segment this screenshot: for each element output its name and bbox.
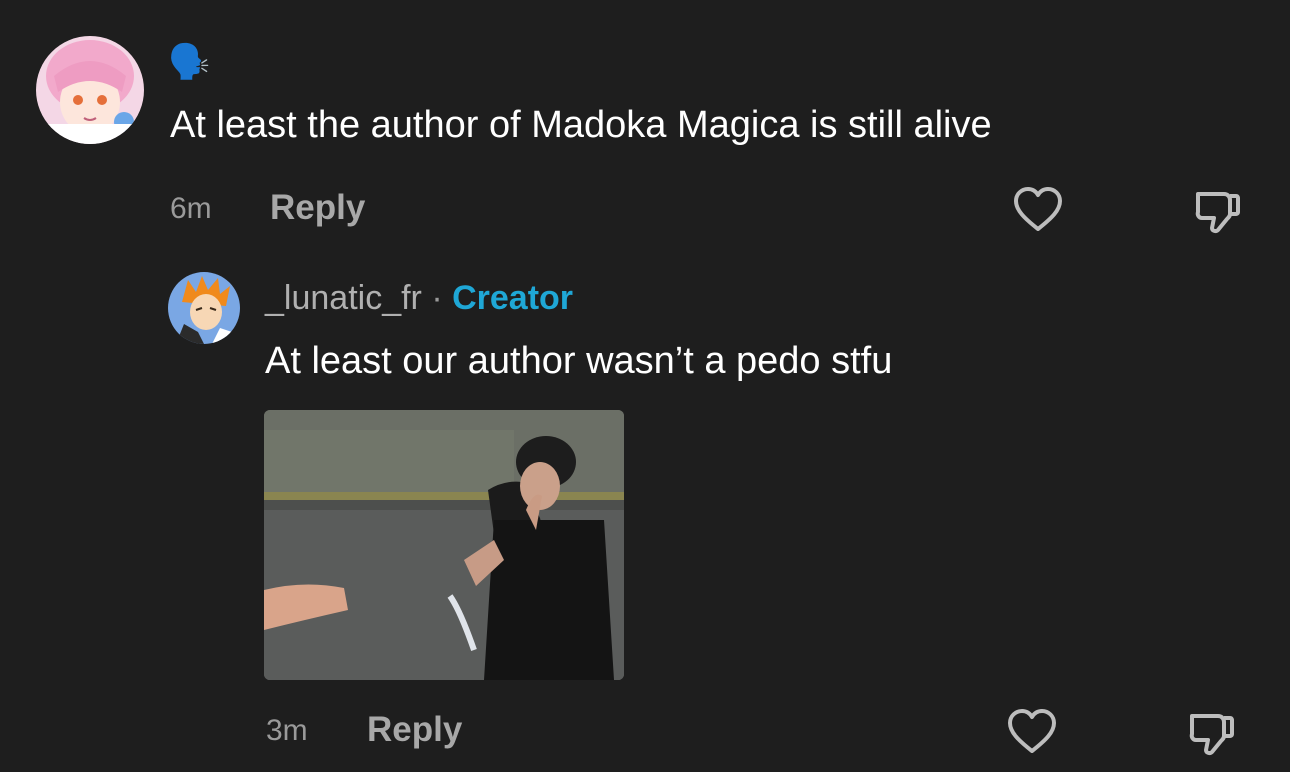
creator-badge: Creator (452, 279, 574, 317)
reply-button[interactable]: Reply (270, 188, 365, 228)
separator-dot: · (431, 279, 443, 317)
heart-icon (1014, 187, 1062, 231)
dislike-button-2[interactable] (1186, 710, 1238, 758)
speaking-head-emoji: 🗣️ (168, 43, 211, 81)
gif-attachment[interactable] (264, 410, 624, 680)
like-button[interactable] (1012, 186, 1064, 234)
reply-timestamp: 3m (266, 714, 308, 747)
dislike-button[interactable] (1192, 188, 1244, 236)
heart-icon (1008, 709, 1056, 753)
anime-avatar-pink-icon (36, 36, 144, 144)
commenter-avatar[interactable] (36, 36, 144, 144)
creator-avatar[interactable] (168, 272, 240, 344)
reply-button-2[interactable]: Reply (367, 710, 462, 750)
username-link[interactable]: _lunatic_fr (265, 279, 422, 317)
gif-image (264, 410, 624, 680)
anime-avatar-orange-icon (168, 272, 240, 344)
thumbs-down-icon (1189, 714, 1234, 756)
reply-header: _lunatic_fr · Creator (265, 278, 573, 318)
like-button-2[interactable] (1006, 708, 1058, 756)
comment-timestamp: 6m (170, 192, 212, 225)
comment-text: At least the author of Madoka Magica is … (170, 104, 992, 146)
reply-text: At least our author wasn’t a pedo stfu (265, 340, 893, 382)
comment-thread: 🗣️ At least the author of Madoka Magica … (0, 0, 1290, 772)
thumbs-down-icon (1195, 192, 1240, 234)
